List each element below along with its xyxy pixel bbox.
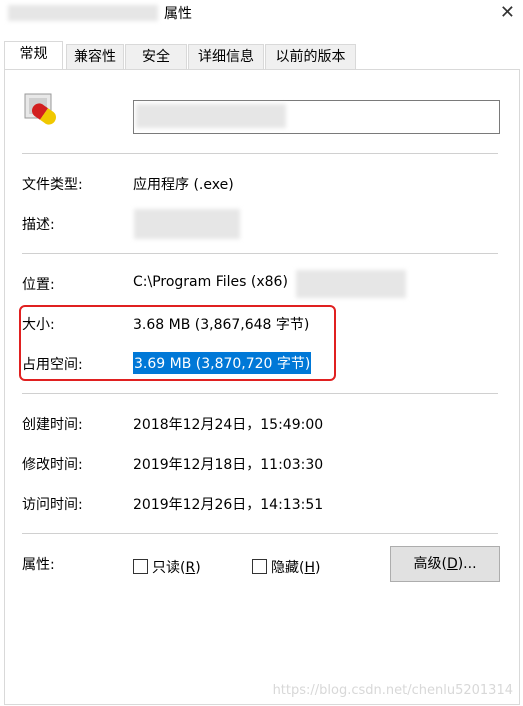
window-title: 属性	[164, 6, 192, 22]
modified-value: 2019年12月18日，11:03:30	[133, 457, 324, 473]
tab-general[interactable]: 常规	[4, 41, 63, 71]
file-type-value: 应用程序 (.exe)	[133, 177, 234, 193]
attributes-label: 属性:	[22, 557, 55, 573]
close-icon[interactable]: ✕	[500, 2, 515, 23]
readonly-checkbox[interactable]	[133, 559, 148, 574]
advanced-button[interactable]: 高级(D)...	[390, 546, 500, 582]
redacted-description	[134, 209, 240, 239]
location-label: 位置:	[22, 277, 55, 293]
watermark: https://blog.csdn.net/chenlu5201314	[272, 683, 513, 698]
divider	[22, 153, 498, 154]
file-type-label: 文件类型:	[22, 177, 83, 193]
divider	[22, 533, 498, 534]
annotation-box	[19, 305, 336, 381]
description-label: 描述:	[22, 217, 55, 233]
redacted-title	[8, 5, 158, 21]
divider	[22, 253, 498, 254]
accessed-label: 访问时间:	[22, 497, 83, 513]
created-value: 2018年12月24日，15:49:00	[133, 417, 324, 433]
modified-label: 修改时间:	[22, 457, 83, 473]
location-value: C:\Program Files (x86)	[133, 274, 288, 290]
pill-capsule-icon	[24, 93, 56, 125]
readonly-label[interactable]: 只读(R)	[152, 557, 201, 577]
hidden-label[interactable]: 隐藏(H)	[271, 557, 320, 577]
title-bar: 属性 ✕	[0, 0, 523, 28]
tab-compatibility[interactable]: 兼容性	[66, 44, 124, 70]
accessed-value: 2019年12月26日，14:13:51	[133, 497, 324, 513]
created-label: 创建时间:	[22, 417, 83, 433]
divider	[22, 393, 498, 394]
hidden-checkbox[interactable]	[252, 559, 267, 574]
redacted-file-name	[136, 104, 286, 128]
general-panel	[4, 69, 520, 705]
tab-previous-versions[interactable]: 以前的版本	[265, 44, 356, 70]
redacted-location	[296, 270, 406, 298]
tab-security[interactable]: 安全	[125, 44, 187, 70]
tab-details[interactable]: 详细信息	[188, 44, 264, 70]
